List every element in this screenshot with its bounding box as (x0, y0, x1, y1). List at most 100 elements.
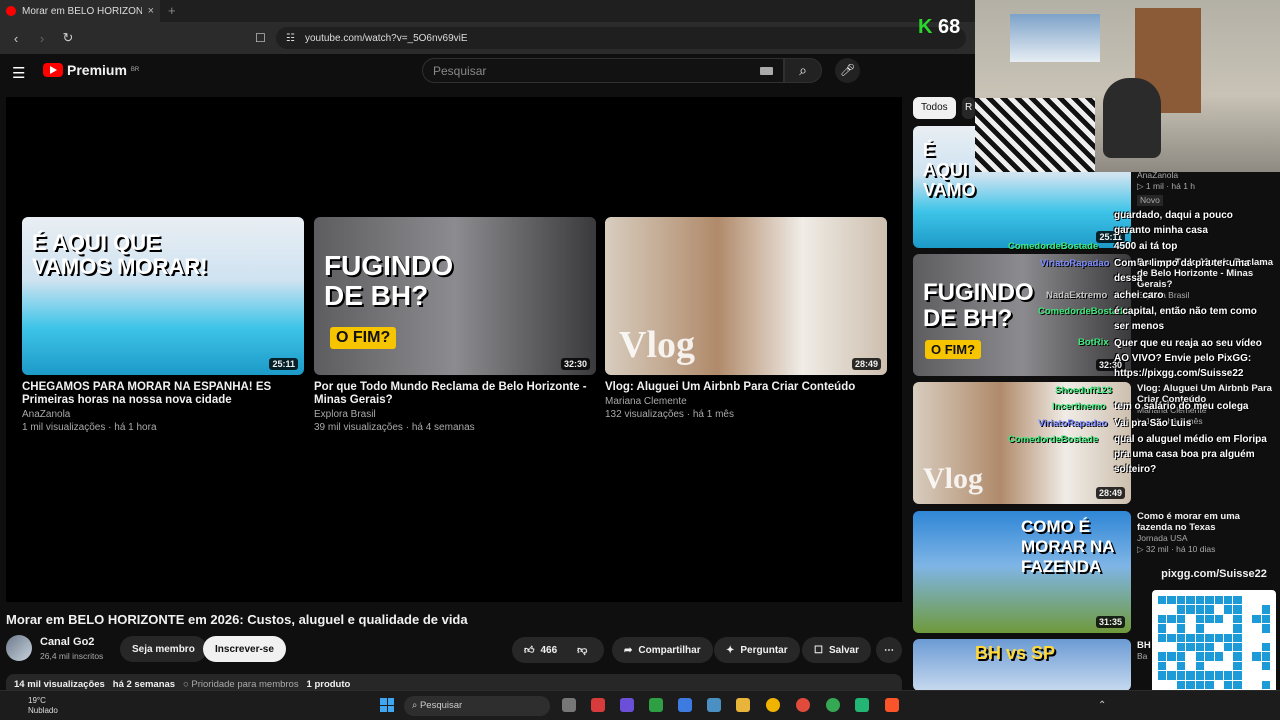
search-button[interactable]: ⌕ (784, 58, 822, 83)
qr-cell (1186, 652, 1194, 660)
sidebar-video-thumbnail[interactable]: COMO É MORAR NA FAZENDA 31:35 (913, 511, 1131, 633)
qr-cell (1261, 605, 1270, 614)
channel-avatar[interactable] (6, 635, 32, 661)
reload-icon[interactable]: ↻ (58, 30, 78, 46)
menu-icon[interactable]: ☰ (12, 64, 26, 82)
bookmark-icon[interactable]: ☐ (255, 31, 266, 45)
sidebar-video-info[interactable]: Como é morar em uma fazenda no Texas Jor… (1137, 511, 1277, 555)
product-count[interactable]: 1 produto (307, 679, 351, 690)
xbox-icon[interactable] (649, 698, 663, 712)
qr-cell (1167, 605, 1175, 613)
duration-badge: 31:35 (1095, 616, 1125, 628)
chip-all[interactable]: Todos (913, 97, 956, 119)
tab-title: Morar em BELO HORIZONTE em (22, 5, 142, 17)
thumbnail-text: BH vs SP (975, 643, 1056, 663)
end-card-channel[interactable]: Mariana Clemente (605, 396, 887, 407)
qr-cell (1224, 662, 1232, 670)
streaming-app-icon[interactable] (855, 698, 869, 712)
app-icon[interactable] (591, 698, 605, 712)
end-card-channel[interactable]: AnaZanola (22, 409, 304, 420)
search-input[interactable]: Pesquisar (422, 58, 784, 83)
weather-widget[interactable]: 19°C Nublado (6, 696, 58, 716)
qr-cell (1186, 605, 1195, 614)
qr-cell (1205, 652, 1214, 661)
share-button[interactable]: ➦ Compartilhar (612, 637, 713, 663)
video-player[interactable]: É AQUI QUE VAMOS MORAR! 25:11 CHEGAMOS P… (6, 97, 902, 602)
description-box[interactable]: 14 mil visualizações há 2 semanas ○ Prio… (6, 674, 902, 690)
url-field[interactable]: ☷ youtube.com/watch?v=_5O6nv69viE (276, 27, 966, 49)
ask-button[interactable]: ✦ Perguntar (714, 637, 800, 663)
end-card[interactable]: Vlog 28:49 Vlog: Aluguei Um Airbnb Para … (605, 217, 887, 420)
end-card-thumbnail[interactable]: FUGINDO DE BH? O FIM? 32:30 (314, 217, 596, 375)
qr-cell (1223, 596, 1233, 605)
qr-cell (1176, 643, 1186, 652)
thumbnail-text: É AQUI VAMO (923, 140, 976, 200)
taskbar-search-input[interactable]: ⌕ Pesquisar (404, 696, 550, 716)
thumbnail-text: COMO É MORAR NA FAZENDA (1021, 517, 1114, 576)
forward-icon[interactable]: › (32, 31, 52, 46)
youtube-premium-logo[interactable]: Premium BR (43, 62, 139, 78)
vpn-icon[interactable] (620, 698, 634, 712)
qr-cell (1243, 643, 1251, 651)
sidebar-video-info[interactable]: BH Ba (1137, 640, 1151, 662)
sidebar-video-thumbnail[interactable]: BH vs SP (913, 639, 1131, 691)
end-card-meta: 1 mil visualizações · há 1 hora (22, 422, 157, 433)
end-card-title[interactable]: CHEGAMOS PARA MORAR NA ESPANHA! ES Prime… (22, 381, 304, 407)
join-button[interactable]: Seja membro (120, 636, 207, 662)
chat-nick: NadaExtremo (1046, 290, 1108, 301)
chrome-icon[interactable] (826, 698, 840, 712)
new-badge: Novo (1137, 195, 1163, 206)
dislike-icon[interactable]: 👎︎ (577, 644, 587, 656)
tray-overflow-icon[interactable]: ⌃ (1098, 700, 1106, 711)
end-card-channel[interactable]: Explora Brasil (314, 409, 596, 420)
site-settings-icon[interactable]: ☷ (286, 33, 295, 44)
mic-button[interactable]: 🎤︎ (835, 58, 860, 83)
task-view-icon[interactable] (562, 698, 576, 712)
like-count[interactable]: 466 (540, 645, 557, 656)
remote-desktop-icon[interactable] (707, 698, 721, 712)
qr-cell (1252, 634, 1260, 642)
end-card-title[interactable]: Por que Todo Mundo Reclama de Belo Horiz… (314, 381, 596, 407)
qr-cell (1195, 614, 1205, 624)
like-icon[interactable]: 👍︎ (524, 644, 534, 656)
qr-cell (1186, 633, 1195, 643)
chat-message: qual o aluguel médio em Floripa pra uma … (1114, 434, 1267, 475)
windows-start-icon[interactable] (380, 698, 394, 712)
save-button[interactable]: ☐ Salvar (802, 637, 871, 663)
thumbnail-tag: O FIM? (330, 327, 397, 349)
notes-icon[interactable] (678, 698, 692, 712)
new-tab-button[interactable]: + (168, 3, 176, 18)
end-card-thumbnail[interactable]: Vlog 28:49 (605, 217, 887, 375)
qr-cell (1186, 596, 1195, 605)
end-card[interactable]: É AQUI QUE VAMOS MORAR! 25:11 CHEGAMOS P… (22, 217, 304, 433)
like-dislike-group: 👍︎ 466 👎︎ (512, 637, 604, 663)
qr-cell (1243, 605, 1251, 613)
thumbnail-text: FUGINDO DE BH? (923, 279, 1034, 332)
file-explorer-icon[interactable] (736, 698, 750, 712)
duration-badge: 25:11 (269, 358, 298, 370)
browser-tab[interactable]: Morar em BELO HORIZONTE em × (0, 0, 160, 22)
qr-cell (1176, 652, 1186, 661)
video-title: Morar em BELO HORIZONTE em 2026: Custos,… (6, 612, 468, 627)
qr-cell (1214, 652, 1223, 661)
sidebar-video-info[interactable]: AnaZanola ▷ 1 mil · há 1 h Novo (1137, 170, 1195, 206)
brave-icon[interactable] (885, 698, 899, 712)
chrome-icon[interactable] (766, 698, 780, 712)
subscribe-button[interactable]: Inscrever-se (203, 636, 286, 662)
counter-letter: K (918, 16, 933, 38)
close-tab-icon[interactable]: × (148, 5, 154, 17)
end-card-thumbnail[interactable]: É AQUI QUE VAMOS MORAR! 25:11 (22, 217, 304, 375)
end-card-title[interactable]: Vlog: Aluguei Um Airbnb Para Criar Conte… (605, 381, 887, 394)
chrome-icon[interactable] (796, 698, 810, 712)
back-icon[interactable]: ‹ (6, 31, 26, 46)
qr-cell (1195, 605, 1205, 614)
end-card[interactable]: FUGINDO DE BH? O FIM? 32:30 Por que Todo… (314, 217, 596, 433)
webcam-feed (975, 0, 1280, 172)
qr-cell (1167, 596, 1176, 605)
qr-cell (1158, 596, 1167, 605)
address-bar-row: ‹ › ↻ ☐ ☷ youtube.com/watch?v=_5O6nv69vi… (0, 22, 975, 54)
channel-name[interactable]: Canal Go2 (40, 636, 94, 648)
more-actions-button[interactable]: ⋯ (876, 637, 902, 663)
chip-related[interactable]: R (962, 97, 975, 119)
keyboard-icon[interactable] (760, 67, 773, 75)
